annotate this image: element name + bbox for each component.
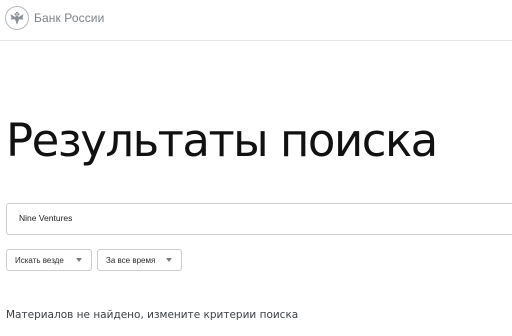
- chevron-down-icon: [76, 258, 82, 262]
- logo-text: Банк России: [34, 11, 105, 25]
- no-results-message: Материалов не найдено, измените критерии…: [6, 309, 299, 321]
- eagle-emblem-icon: [5, 6, 29, 30]
- page-title: Результаты поиска: [6, 114, 438, 167]
- search-results-page: Банк России Результаты поиска Искать вез…: [0, 0, 512, 336]
- filter-time-dropdown[interactable]: За все время: [97, 249, 182, 271]
- search-field[interactable]: [6, 203, 512, 235]
- home-logo-link[interactable]: Банк России: [5, 6, 104, 30]
- chevron-down-icon: [166, 258, 172, 262]
- filter-time-label: За все время: [106, 255, 156, 265]
- filter-where-dropdown[interactable]: Искать везде: [6, 249, 92, 271]
- search-input[interactable]: [19, 213, 499, 223]
- filter-where-label: Искать везде: [15, 255, 64, 265]
- site-header: Банк России: [0, 0, 512, 41]
